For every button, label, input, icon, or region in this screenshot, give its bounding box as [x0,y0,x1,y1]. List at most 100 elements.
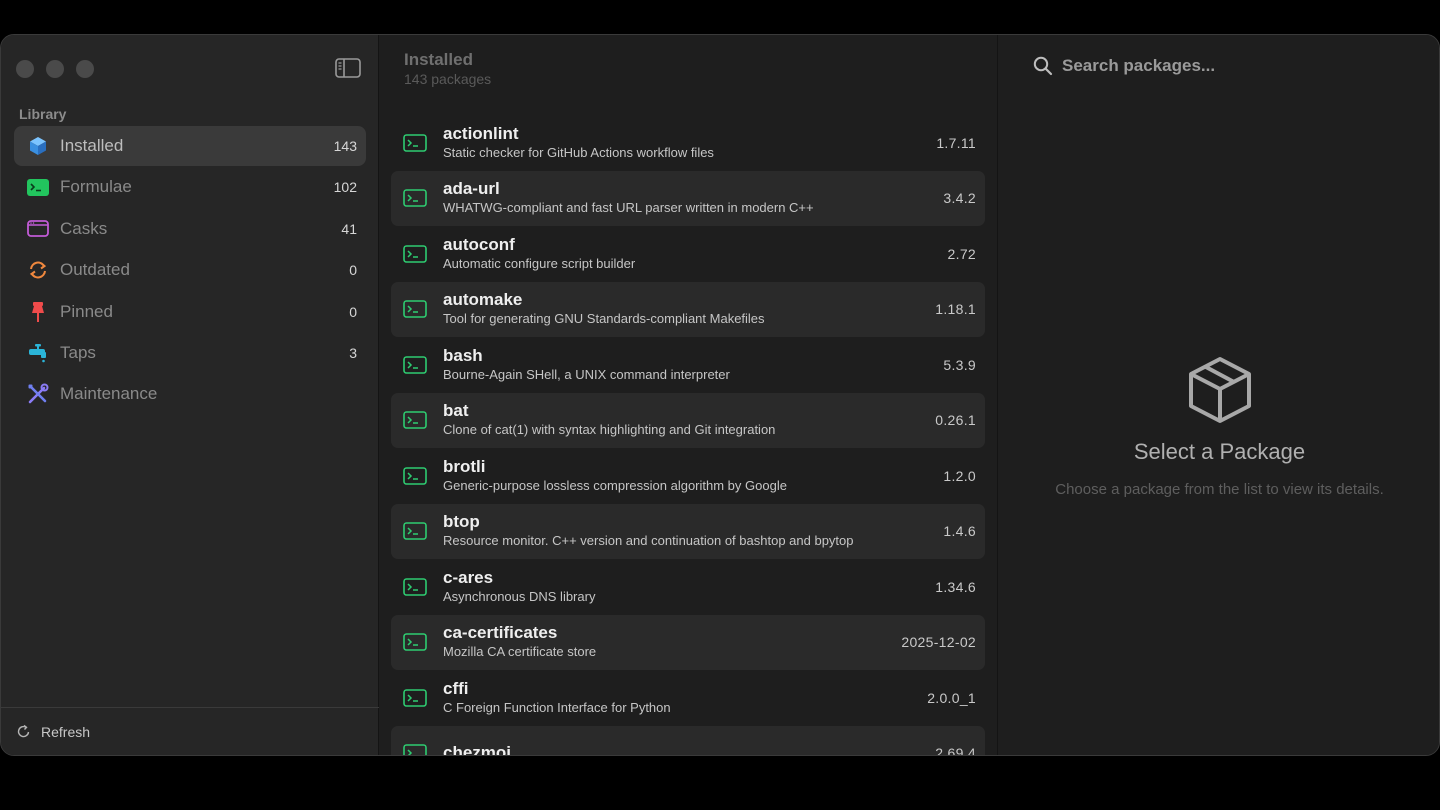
package-row-ada-url[interactable]: ada-url WHATWG-compliant and fast URL par… [391,170,985,226]
zoom-window-button[interactable] [76,60,94,78]
terminal-icon [403,189,427,208]
sidebar-item-count: 3 [349,344,357,361]
package-name: bat [443,401,469,421]
terminal-icon [26,176,50,198]
terminal-icon [403,577,427,596]
package-list: actionlint Static checker for GitHub Acti… [391,115,985,755]
package-description: Clone of cat(1) with syntax highlighting… [443,422,776,438]
refresh-label: Refresh [41,723,91,740]
package-row-c-ares[interactable]: c-ares Asynchronous DNS library 1.34.6 [391,559,985,615]
package-description: Generic-purpose lossless compression alg… [443,477,787,493]
package-version: 1.2.0 [943,467,976,484]
package-name: bash [443,345,483,365]
search-field[interactable]: Search packages... [1033,56,1215,76]
sidebar-toggle-icon[interactable] [335,58,361,78]
package-row-bat[interactable]: bat Clone of cat(1) with syntax highlight… [391,392,985,448]
package-name: brotli [443,456,486,476]
refresh-icon [17,724,30,738]
wrench-screwdriver-icon [26,383,50,405]
empty-state: Select a Package Choose a package from t… [998,355,1439,498]
terminal-icon [403,633,427,652]
package-row-cffi[interactable]: cffi C Foreign Function Interface for Pyt… [391,670,985,726]
package-name: ada-url [443,179,500,199]
app-window: Library Installed 143 Formulae 102 Casks… [0,34,1440,756]
library-heading: Library [19,106,67,122]
package-row-btop[interactable]: btop Resource monitor. C++ version and co… [391,503,985,559]
sidebar-item-label: Casks [60,218,108,238]
package-description: Static checker for GitHub Actions workfl… [443,144,714,160]
package-version: 0.26.1 [935,412,976,429]
detail-pane: Search packages... Select a Package Choo… [997,35,1439,755]
minimize-window-button[interactable] [46,60,64,78]
sidebar-item-count: 0 [349,303,357,320]
list-title: Installed [404,50,473,69]
sidebar-item-label: Taps [60,342,96,362]
package-row-actionlint[interactable]: actionlint Static checker for GitHub Acti… [391,115,985,171]
sidebar-item-pinned[interactable]: Pinned 0 [14,292,366,332]
package-row-chezmoi[interactable]: chezmoi 2.69.4 [391,725,985,755]
package-name: ca-certificates [443,623,558,643]
sidebar-item-outdated[interactable]: Outdated 0 [14,250,366,290]
sidebar-item-label: Outdated [60,260,130,280]
sidebar-item-label: Pinned [60,301,113,321]
cube-icon [26,135,50,157]
package-version: 2.72 [947,245,976,262]
sidebar-item-label: Formulae [60,177,132,197]
sidebar-item-casks[interactable]: Casks 41 [14,209,366,249]
sidebar-item-maintenance[interactable]: Maintenance [14,374,366,414]
sidebar-item-label: Installed [60,136,124,155]
package-name: chezmoi [443,743,512,755]
package-name: cffi [443,678,469,698]
package-name: automake [443,290,523,310]
package-row-autoconf[interactable]: autoconf Automatic configure script build… [391,226,985,282]
empty-state-subtitle: Choose a package from the list to view i… [1055,481,1384,498]
package-description: Bourne-Again SHell, a UNIX command inter… [443,366,730,382]
package-count: 143 packages [404,71,492,87]
sidebar-item-formulae[interactable]: Formulae 102 [14,167,366,207]
package-version: 1.7.11 [936,134,976,151]
package-name: autoconf [443,234,515,254]
terminal-icon [403,411,427,430]
refresh-button[interactable]: Refresh [1,707,379,755]
refresh-arrows-icon [26,259,50,281]
package-list-pane: Installed 143 packages actionlint Static … [379,35,997,755]
window-controls [16,60,94,78]
sidebar-item-label: Maintenance [60,384,158,404]
faucet-icon [26,342,50,364]
package-name: btop [443,512,480,532]
terminal-icon [403,355,427,374]
package-description: Tool for generating GNU Standards-compli… [443,311,765,327]
terminal-icon [403,522,427,541]
package-version: 1.18.1 [935,301,976,318]
package-box-icon [1188,357,1251,423]
terminal-icon [403,466,427,485]
sidebar-item-count: 0 [349,262,357,279]
app-window-icon [26,218,50,240]
package-version: 1.4.6 [943,523,976,540]
terminal-icon [403,244,427,263]
package-version: 3.4.2 [943,190,976,207]
package-row-ca-certificates[interactable]: ca-certificates Mozilla CA certificate st… [391,614,985,670]
sidebar-item-installed[interactable]: Installed 143 [14,126,366,166]
sidebar-item-count: 41 [341,220,357,237]
terminal-icon [403,133,427,152]
package-row-brotli[interactable]: brotli Generic-purpose lossless compressi… [391,448,985,504]
package-version: 1.34.6 [935,578,976,595]
package-description: Asynchronous DNS library [443,588,596,604]
sidebar-nav: Installed 143 Formulae 102 Casks 41 Outd… [14,126,366,416]
package-row-automake[interactable]: automake Tool for generating GNU Standard… [391,281,985,337]
package-description: Mozilla CA certificate store [443,644,597,660]
package-version: 2025-12-02 [901,634,976,651]
search-input[interactable]: Search packages... [1062,56,1215,76]
sidebar-item-count: 102 [333,179,357,196]
empty-state-title: Select a Package [1133,439,1306,464]
sidebar-item-taps[interactable]: Taps 3 [14,333,366,373]
package-row-bash[interactable]: bash Bourne-Again SHell, a UNIX command i… [391,337,985,393]
sidebar: Library Installed 143 Formulae 102 Casks… [1,35,379,755]
close-window-button[interactable] [16,60,34,78]
terminal-icon [403,300,427,319]
package-description: WHATWG-compliant and fast URL parser wri… [443,200,814,216]
package-name: actionlint [443,123,519,143]
sidebar-item-count: 143 [333,138,357,154]
package-version: 5.3.9 [943,356,976,373]
